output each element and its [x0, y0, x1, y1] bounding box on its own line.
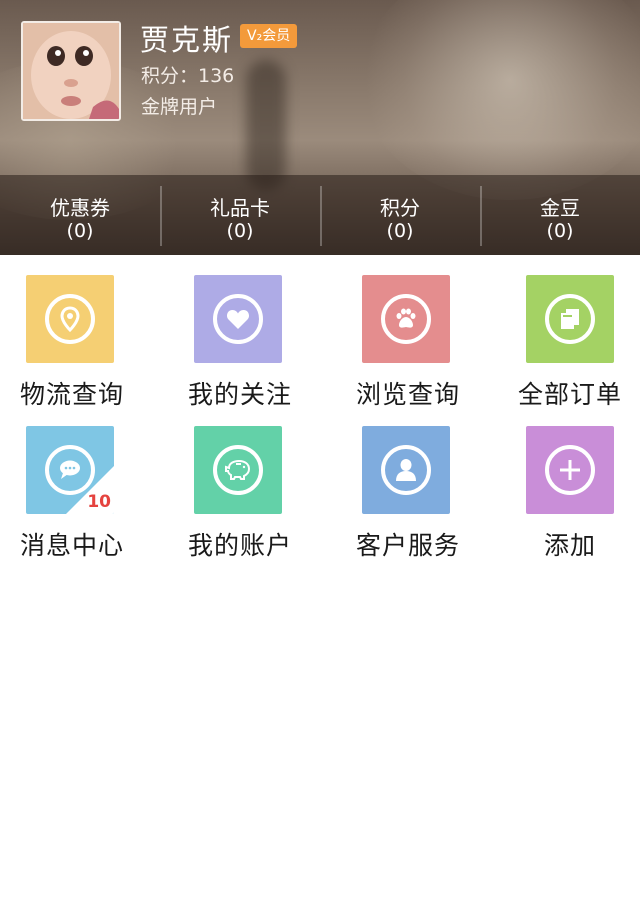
- grid-item-following[interactable]: 我的关注: [160, 255, 320, 409]
- unread-badge: 10: [66, 466, 114, 514]
- grid-item-my-account[interactable]: 我的账户: [160, 406, 320, 560]
- grid-tile: [194, 426, 282, 514]
- stat-coupons[interactable]: 优惠券 (0): [0, 175, 160, 255]
- plus-icon: [545, 445, 595, 495]
- grid-item-label: 客户服务: [355, 531, 460, 560]
- grid-item-add[interactable]: 添加: [480, 406, 640, 560]
- grid-item-all-orders[interactable]: 全部订单: [480, 255, 640, 409]
- background-silhouette: [246, 60, 286, 190]
- stat-label: 积分: [380, 196, 420, 220]
- baby-portrait-icon: [23, 23, 119, 119]
- grid-tile: 10: [26, 426, 114, 514]
- grid-item-label: 我的账户: [187, 531, 292, 560]
- profile-header: 贾克斯 V₂会员 积分：136 金牌用户 优惠券 (0) 礼品卡 (0) 积分 …: [0, 0, 640, 255]
- grid-item-label: 添加: [543, 531, 596, 560]
- stats-bar: 优惠券 (0) 礼品卡 (0) 积分 (0) 金豆 (0): [0, 175, 640, 255]
- person-icon: [381, 445, 431, 495]
- grid-item-label: 消息中心: [19, 531, 124, 560]
- grid-tile: [362, 275, 450, 363]
- grid-item-messages[interactable]: 10 消息中心: [0, 406, 160, 560]
- stat-count: (0): [546, 220, 574, 242]
- heart-icon: [213, 294, 263, 344]
- user-name: 贾克斯: [140, 23, 234, 57]
- background-glow: [360, 0, 640, 200]
- points-line: 积分：136: [141, 65, 235, 87]
- stat-gift-cards[interactable]: 礼品卡 (0): [160, 175, 320, 255]
- grid-tile: [362, 426, 450, 514]
- stat-label: 优惠券: [50, 196, 110, 220]
- grid-tile: [526, 426, 614, 514]
- stat-count: (0): [66, 220, 94, 242]
- location-pin-icon: [45, 294, 95, 344]
- stat-label: 礼品卡: [210, 196, 270, 220]
- stat-points[interactable]: 积分 (0): [320, 175, 480, 255]
- stat-count: (0): [386, 220, 414, 242]
- unread-count: 10: [87, 492, 111, 512]
- avatar[interactable]: [21, 21, 121, 121]
- stat-count: (0): [226, 220, 254, 242]
- stat-gold-beans[interactable]: 金豆 (0): [480, 175, 640, 255]
- profile-page: 贾克斯 V₂会员 积分：136 金牌用户 优惠券 (0) 礼品卡 (0) 积分 …: [0, 0, 640, 909]
- grid-tile: [26, 275, 114, 363]
- grid-tile: [526, 275, 614, 363]
- vip-badge: V₂会员: [240, 24, 298, 48]
- grid-item-logistics[interactable]: 物流查询: [0, 255, 160, 409]
- grid-tile: [194, 275, 282, 363]
- stat-label: 金豆: [540, 196, 580, 220]
- paw-icon: [381, 294, 431, 344]
- piggy-bank-icon: [213, 445, 263, 495]
- documents-icon: [545, 294, 595, 344]
- member-level: 金牌用户: [141, 96, 218, 118]
- grid-item-browse-history[interactable]: 浏览查询: [320, 255, 480, 409]
- grid-item-customer-service[interactable]: 客户服务: [320, 406, 480, 560]
